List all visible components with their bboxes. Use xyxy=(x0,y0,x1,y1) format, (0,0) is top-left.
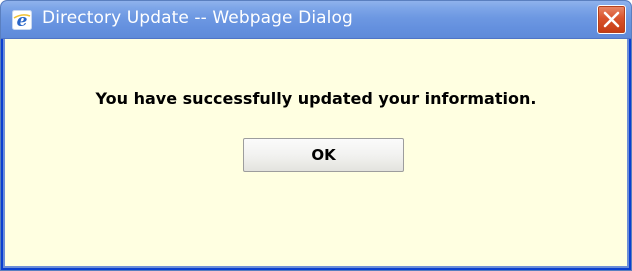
window-title: Directory Update -- Webpage Dialog xyxy=(42,8,353,28)
internet-explorer-icon: e xyxy=(12,10,32,31)
dialog-body: You have successfully updated your infor… xyxy=(3,39,629,268)
svg-text:e: e xyxy=(17,11,28,30)
ok-button[interactable]: OK xyxy=(243,138,404,172)
close-button[interactable] xyxy=(597,5,626,34)
success-message: You have successfully updated your infor… xyxy=(95,89,537,108)
title-bar[interactable]: e Directory Update -- Webpage Dialog xyxy=(1,1,631,39)
close-icon xyxy=(603,11,620,28)
dialog-window: e Directory Update -- Webpage Dialog You… xyxy=(0,0,632,271)
